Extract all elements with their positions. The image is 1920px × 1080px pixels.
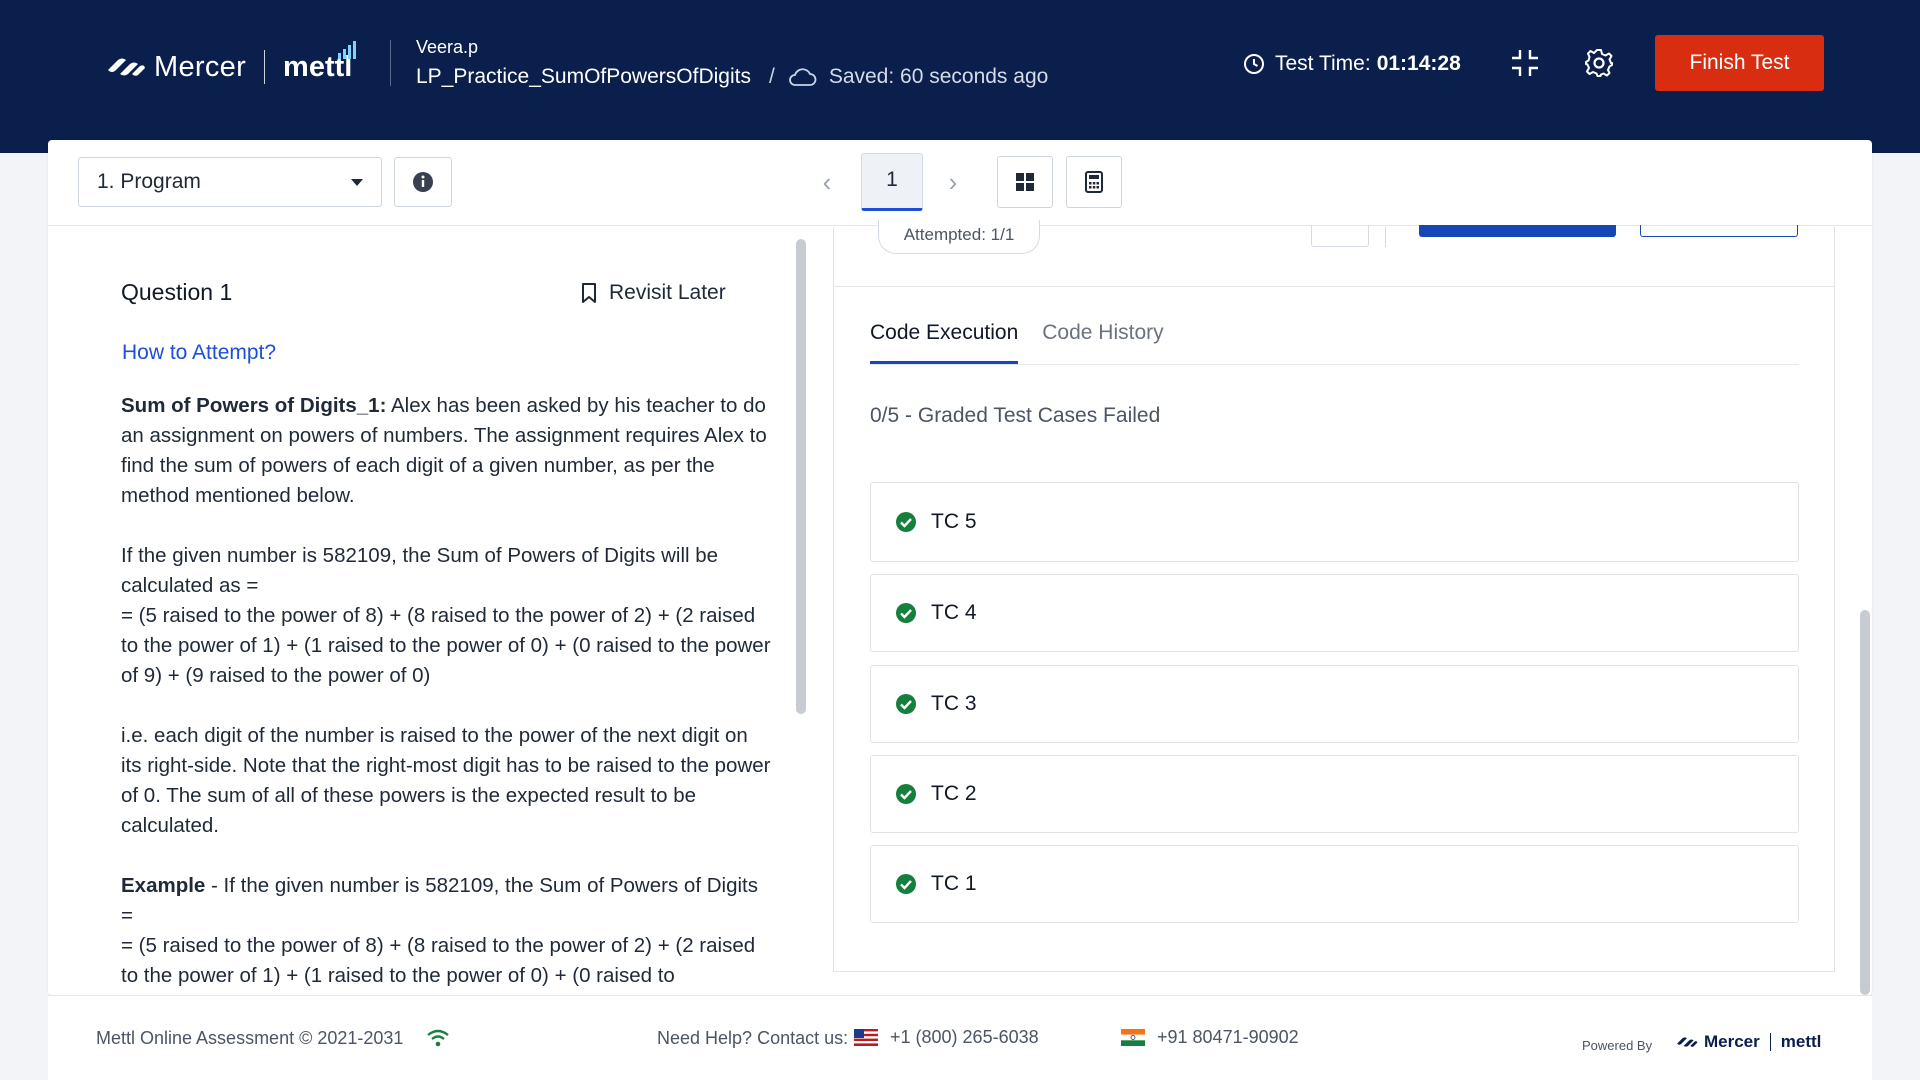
editor-action-button[interactable] [1311, 225, 1369, 247]
test-case-label: TC 3 [931, 692, 977, 715]
bookmark-icon [582, 283, 596, 303]
phone-us[interactable]: +1 (800) 265-6038 [890, 1027, 1039, 1048]
separator: / [768, 65, 775, 88]
wifi-icon [427, 1029, 449, 1047]
check-circle-icon [896, 874, 916, 894]
header-divider [390, 40, 391, 86]
collapse-icon[interactable] [1509, 47, 1541, 79]
check-circle-icon [896, 512, 916, 532]
test-info: LP_Practice_SumOfPowersOfDigits / Saved:… [416, 65, 1048, 89]
example-heading: Example [121, 874, 206, 897]
question-paragraph-2: If the given number is 582109, the Sum o… [121, 541, 771, 691]
check-circle-icon [896, 784, 916, 804]
mercer-logo-icon [1677, 1037, 1698, 1047]
editor-action-divider [1385, 227, 1386, 247]
main-card: 1. Program ‹ 1 › Question 1 Revisit Late… [48, 140, 1872, 995]
test-timer: Test Time: 01:14:28 [1243, 52, 1461, 76]
revisit-later-button[interactable]: Revisit Later [581, 281, 726, 305]
test-name: LP_Practice_SumOfPowersOfDigits [416, 65, 751, 88]
question-toolbar: 1. Program ‹ 1 › [48, 140, 1872, 226]
footer-brand: Mercer mettl [1676, 1032, 1821, 1052]
check-circle-icon [896, 694, 916, 714]
mercer-brand-text: Mercer [154, 50, 247, 83]
test-case-row[interactable]: TC 3 [870, 665, 1799, 743]
test-case-label: TC 5 [931, 510, 977, 533]
top-header: Mercer mettl Veera.p LP_Practice_SumOfPo… [0, 0, 1920, 153]
chevron-down-icon [351, 178, 363, 186]
question-text: Sum of Powers of Digits_1: Alex has been… [121, 391, 771, 995]
check-circle-icon [896, 603, 916, 623]
cloud-icon [788, 68, 817, 86]
example-formula: = (5 raised to the power of 8) + (8 rais… [121, 934, 756, 987]
question-panel: Question 1 Revisit Later How to Attempt?… [48, 227, 808, 995]
test-case-label: TC 2 [931, 782, 977, 805]
test-case-label: TC 1 [931, 872, 977, 895]
clock-icon [1244, 54, 1264, 74]
results-tabs: Code Execution Code History [870, 321, 1799, 365]
calculation-formula: = (5 raised to the power of 8) + (8 rais… [121, 604, 771, 687]
finish-test-button[interactable]: Finish Test [1655, 35, 1824, 91]
page-number-button[interactable]: 1 [861, 153, 923, 211]
timer-value: 01:14:28 [1376, 52, 1461, 75]
question-heading: Sum of Powers of Digits_1: [121, 394, 387, 417]
revisit-later-label: Revisit Later [609, 281, 726, 304]
us-flag-icon [854, 1029, 878, 1046]
how-to-attempt-link[interactable]: How to Attempt? [122, 341, 276, 365]
run-code-button[interactable] [1419, 225, 1616, 237]
info-icon [413, 172, 433, 192]
copyright-text: Mettl Online Assessment © 2021-2031 [96, 1028, 404, 1048]
powered-by-text: Powered By [1582, 1038, 1653, 1053]
prev-question-button[interactable]: ‹ [815, 169, 839, 195]
test-case-row[interactable]: TC 1 [870, 845, 1799, 923]
test-case-row[interactable]: TC 2 [870, 755, 1799, 833]
question-paragraph-3: i.e. each digit of the number is raised … [121, 724, 771, 837]
test-case-label: TC 4 [931, 601, 977, 624]
results-scrollbar[interactable] [1860, 610, 1870, 995]
brand-logo: Mercer mettl [106, 40, 357, 84]
test-case-row[interactable]: TC 5 [870, 482, 1799, 562]
india-flag-icon [1121, 1029, 1145, 1046]
secondary-action-button[interactable] [1640, 225, 1798, 237]
question-paragraph-4: Example - If the given number is 582109,… [121, 871, 771, 991]
calculation-intro: If the given number is 582109, the Sum o… [121, 544, 719, 597]
timer-label: Test Time: [1275, 52, 1371, 75]
mettl-bars-icon [338, 40, 357, 59]
question-title: Question 1 [121, 279, 233, 305]
saved-status: Saved: 60 seconds ago [828, 65, 1049, 88]
graded-summary: 0/5 - Graded Test Cases Failed [870, 404, 1161, 427]
next-question-button[interactable]: › [941, 169, 965, 195]
grid-icon [1016, 173, 1034, 191]
question-scrollbar[interactable] [796, 239, 806, 714]
help-text: Need Help? Contact us: [657, 1028, 849, 1048]
section-select-value: 1. Program [97, 170, 201, 193]
example-intro: - If the given number is 582109, the Sum… [121, 874, 758, 927]
results-panel: Code Execution Code History 0/5 - Graded… [833, 225, 1835, 972]
grid-view-button[interactable] [997, 156, 1053, 208]
footer-mettl-text: mettl [1780, 1032, 1822, 1051]
calculator-button[interactable] [1066, 156, 1122, 208]
phone-india[interactable]: +91 80471-90902 [1157, 1027, 1299, 1048]
footer-mercer-text: Mercer [1704, 1032, 1760, 1051]
footer: Mettl Online Assessment © 2021-2031 Need… [48, 995, 1872, 1080]
calculator-icon [1085, 171, 1103, 193]
tab-code-history[interactable]: Code History [1042, 321, 1163, 364]
info-button[interactable] [394, 157, 452, 207]
mettl-brand-text: mettl [283, 40, 357, 84]
brand-divider [264, 50, 266, 84]
tab-code-execution[interactable]: Code Execution [870, 321, 1019, 364]
test-case-row[interactable]: TC 4 [870, 574, 1799, 652]
mercer-logo-icon [108, 58, 145, 76]
question-paragraph-1: Sum of Powers of Digits_1: Alex has been… [121, 391, 771, 511]
user-name: Veera.p [416, 37, 479, 57]
section-select[interactable]: 1. Program [78, 157, 382, 207]
editor-actions-bar [834, 225, 1834, 287]
footer-brand-divider [1769, 1033, 1771, 1051]
gear-icon[interactable] [1583, 47, 1615, 79]
